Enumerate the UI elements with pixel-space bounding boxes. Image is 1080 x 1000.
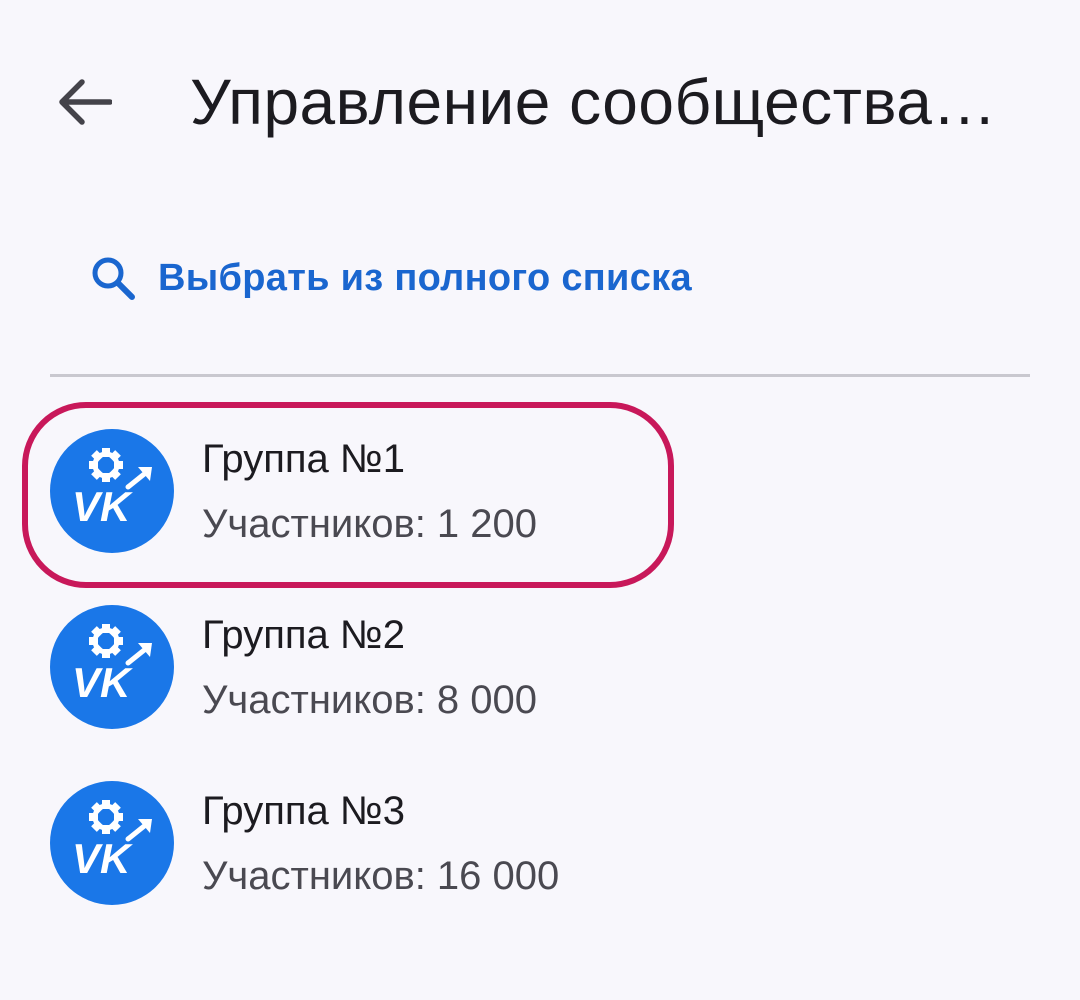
svg-text:VK: VK <box>72 659 133 706</box>
group-avatar: VK <box>50 781 174 905</box>
vk-manage-logo-icon: VK <box>72 800 152 882</box>
group-item-1[interactable]: VK Группа №1 Участников: 1 200 <box>0 404 1080 580</box>
group-name: Группа №1 <box>202 437 406 481</box>
vk-manage-logo-icon: VK <box>72 624 152 706</box>
group-list: VK Группа №1 Участников: 1 200 VK Группа… <box>0 404 1080 932</box>
select-from-full-list-button[interactable]: Выбрать из полного списка <box>90 245 692 311</box>
group-name: Группа №2 <box>202 613 406 657</box>
divider <box>50 374 1030 377</box>
group-members-count: Участников: 16 000 <box>202 854 560 898</box>
svg-text:VK: VK <box>72 483 133 530</box>
select-from-full-list-label: Выбрать из полного списка <box>158 256 692 299</box>
group-item-2[interactable]: VK Группа №2 Участников: 8 000 <box>0 580 1080 756</box>
group-name: Группа №3 <box>202 789 406 833</box>
back-button[interactable] <box>52 72 116 132</box>
group-item-3[interactable]: VK Группа №3 Участников: 16 000 <box>0 756 1080 932</box>
group-avatar: VK <box>50 429 174 553</box>
group-members-count: Участников: 1 200 <box>202 502 538 546</box>
group-avatar: VK <box>50 605 174 729</box>
group-members-count: Участников: 8 000 <box>202 678 538 722</box>
svg-text:VK: VK <box>72 835 133 882</box>
search-icon <box>90 255 136 301</box>
arrow-back-icon <box>59 79 112 125</box>
page-title: Управление сообщества… <box>190 66 997 138</box>
vk-manage-logo-icon: VK <box>72 448 152 530</box>
app-bar: Управление сообщества… <box>0 0 1080 200</box>
